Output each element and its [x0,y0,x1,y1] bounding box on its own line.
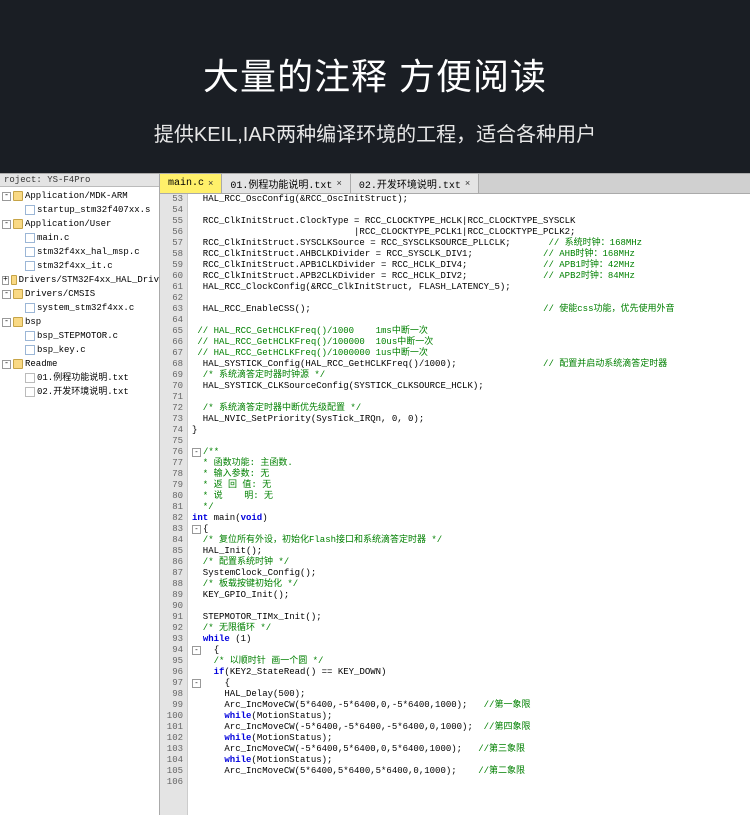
editor-tab[interactable]: 01.例程功能说明.txt × [222,174,350,193]
tree-item-label: Application/User [25,218,111,231]
txt-icon [25,373,35,383]
tree-item[interactable]: + Drivers/STM32F4xx_HAL_Driv [2,273,159,287]
expand-icon[interactable]: - [2,192,11,201]
tree-item[interactable]: 01.例程功能说明.txt [2,371,159,385]
tree-item-label: stm32f4xx_hal_msp.c [37,246,140,259]
tree-item[interactable]: stm32f4xx_hal_msp.c [2,245,159,259]
tab-label: 01.例程功能说明.txt [230,176,332,192]
tree-item-label: bsp [25,316,41,329]
folder-icon [13,317,23,327]
file-icon [25,331,35,341]
tree-item-label: Drivers/CMSIS [25,288,95,301]
folder-icon [11,275,17,285]
project-tree-header: roject: YS-F4Pro [0,174,159,187]
tree-item-label: 01.例程功能说明.txt [37,372,129,385]
tab-label: main.c [168,178,204,189]
expand-icon[interactable]: - [2,220,11,229]
tree-item-label: startup_stm32f407xx.s [37,204,150,217]
tree-item[interactable]: system_stm32f4xx.c [2,301,159,315]
tree-item-label: Application/MDK-ARM [25,190,128,203]
folder-icon [13,289,23,299]
tree-item[interactable]: bsp_key.c [2,343,159,357]
tree-item-label: bsp_STEPMOTOR.c [37,330,118,343]
txt-icon [25,387,35,397]
tree-item-label: bsp_key.c [37,344,86,357]
folder-icon [13,219,23,229]
expand-icon[interactable]: + [2,276,9,285]
tree-item[interactable]: - Readme [2,357,159,371]
hero-subtitle: 提供KEIL,IAR两种编译环境的工程，适合各种用户 [0,118,750,147]
code-editor: main.c × 01.例程功能说明.txt × 02.开发环境说明.txt × 53 5… [160,174,750,815]
hero-title: 大量的注释 方便阅读 [0,48,750,100]
tree-item[interactable]: - Application/MDK-ARM [2,189,159,203]
tree-item-label: Drivers/STM32F4xx_HAL_Driv [19,274,159,287]
tree-item-label: system_stm32f4xx.c [37,302,134,315]
tree-item-label: 02.开发环境说明.txt [37,386,129,399]
tree-item[interactable]: stm32f4xx_it.c [2,259,159,273]
tree-item[interactable]: bsp_STEPMOTOR.c [2,329,159,343]
line-gutter: 53 54 55 56 57 58 59 60 61 62 63 64 65 6… [160,194,188,815]
tab-label: 02.开发环境说明.txt [359,176,461,192]
folder-icon [13,359,23,369]
tree-item[interactable]: main.c [2,231,159,245]
file-icon [25,303,35,313]
tree-item[interactable]: startup_stm32f407xx.s [2,203,159,217]
project-tree: roject: YS-F4Pro - Application/MDK-ARMsta… [0,174,160,815]
tree-item[interactable]: - Application/User [2,217,159,231]
file-icon [25,233,35,243]
tree-item[interactable]: - bsp [2,315,159,329]
tab-bar: main.c × 01.例程功能说明.txt × 02.开发环境说明.txt × [160,174,750,194]
tree-item[interactable]: 02.开发环境说明.txt [2,385,159,399]
expand-icon[interactable]: - [2,318,11,327]
close-icon[interactable]: × [336,179,341,189]
file-icon [25,345,35,355]
tree-item-label: main.c [37,232,69,245]
close-icon[interactable]: × [465,179,470,189]
code-body: HAL_RCC_OscConfig(&RCC_OscInitStruct); R… [188,194,750,815]
expand-icon[interactable]: - [2,360,11,369]
editor-tab[interactable]: main.c × [160,174,222,193]
folder-icon [13,191,23,201]
tree-item-label: Readme [25,358,57,371]
tree-item[interactable]: - Drivers/CMSIS [2,287,159,301]
tree-item-label: stm32f4xx_it.c [37,260,113,273]
file-icon [25,261,35,271]
ide-window: roject: YS-F4Pro - Application/MDK-ARMsta… [0,173,750,815]
expand-icon[interactable]: - [2,290,11,299]
close-icon[interactable]: × [208,179,213,189]
file-icon [25,247,35,257]
editor-tab[interactable]: 02.开发环境说明.txt × [351,174,479,193]
file-icon [25,205,35,215]
